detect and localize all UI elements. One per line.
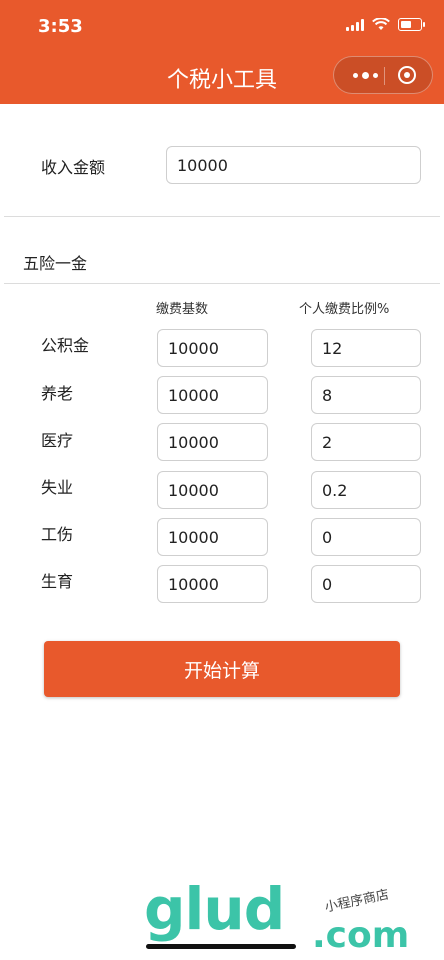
signal-icon [346, 18, 364, 31]
divider [4, 283, 440, 284]
app-header: 3:53 个税小工具 [0, 0, 444, 104]
maternity-base-input[interactable] [157, 565, 268, 603]
housing-fund-base-input[interactable] [157, 329, 268, 367]
medical-rate-input[interactable] [311, 423, 421, 461]
battery-icon [398, 18, 425, 31]
income-label: 收入金额 [41, 158, 106, 177]
capsule-divider [384, 67, 385, 85]
divider [4, 216, 440, 217]
unemployment-rate-input[interactable] [311, 471, 421, 509]
start-calculation-button[interactable]: 开始计算 [44, 641, 400, 697]
status-icons [346, 18, 425, 31]
wifi-icon [372, 18, 390, 30]
pension-base-input[interactable] [157, 376, 268, 414]
watermark-logo: glud [144, 875, 285, 943]
row-label-medical: 医疗 [41, 431, 74, 450]
home-indicator [146, 944, 296, 949]
watermark-domain: .com [312, 915, 410, 956]
unemployment-base-input[interactable] [157, 471, 268, 509]
watermark-tagline: 小程序商店 [323, 887, 391, 916]
miniprogram-capsule [333, 56, 433, 94]
row-label-maternity: 生育 [41, 572, 74, 591]
row-label-housing-fund: 公积金 [41, 336, 90, 355]
status-time: 3:53 [38, 16, 83, 37]
row-label-injury: 工伤 [41, 525, 74, 544]
close-target-icon[interactable] [398, 66, 416, 84]
income-input[interactable] [166, 146, 421, 184]
section-title: 五险一金 [23, 254, 88, 273]
pension-rate-input[interactable] [311, 376, 421, 414]
injury-rate-input[interactable] [311, 518, 421, 556]
more-icon[interactable] [348, 67, 382, 83]
row-label-unemployment: 失业 [41, 478, 74, 497]
maternity-rate-input[interactable] [311, 565, 421, 603]
housing-fund-rate-input[interactable] [311, 329, 421, 367]
medical-base-input[interactable] [157, 423, 268, 461]
injury-base-input[interactable] [157, 518, 268, 556]
column-header-base: 缴费基数 [156, 302, 209, 317]
column-header-rate: 个人缴费比例% [299, 302, 390, 317]
row-label-pension: 养老 [41, 384, 74, 403]
